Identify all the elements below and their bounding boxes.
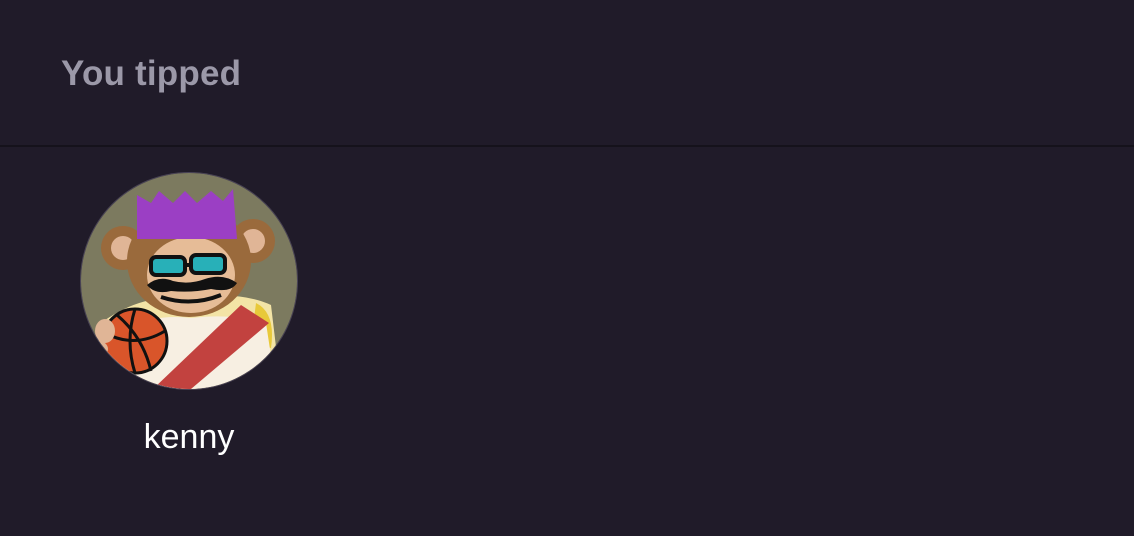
section-header: You tipped (0, 0, 1134, 147)
monkey-king-avatar-icon (81, 173, 297, 389)
username: kenny (143, 418, 235, 456)
avatar[interactable] (81, 173, 297, 389)
tipped-screen: You tipped kenny (0, 0, 1134, 536)
section-title: You tipped (61, 54, 242, 93)
tipped-user-item[interactable]: kenny (60, 170, 318, 470)
